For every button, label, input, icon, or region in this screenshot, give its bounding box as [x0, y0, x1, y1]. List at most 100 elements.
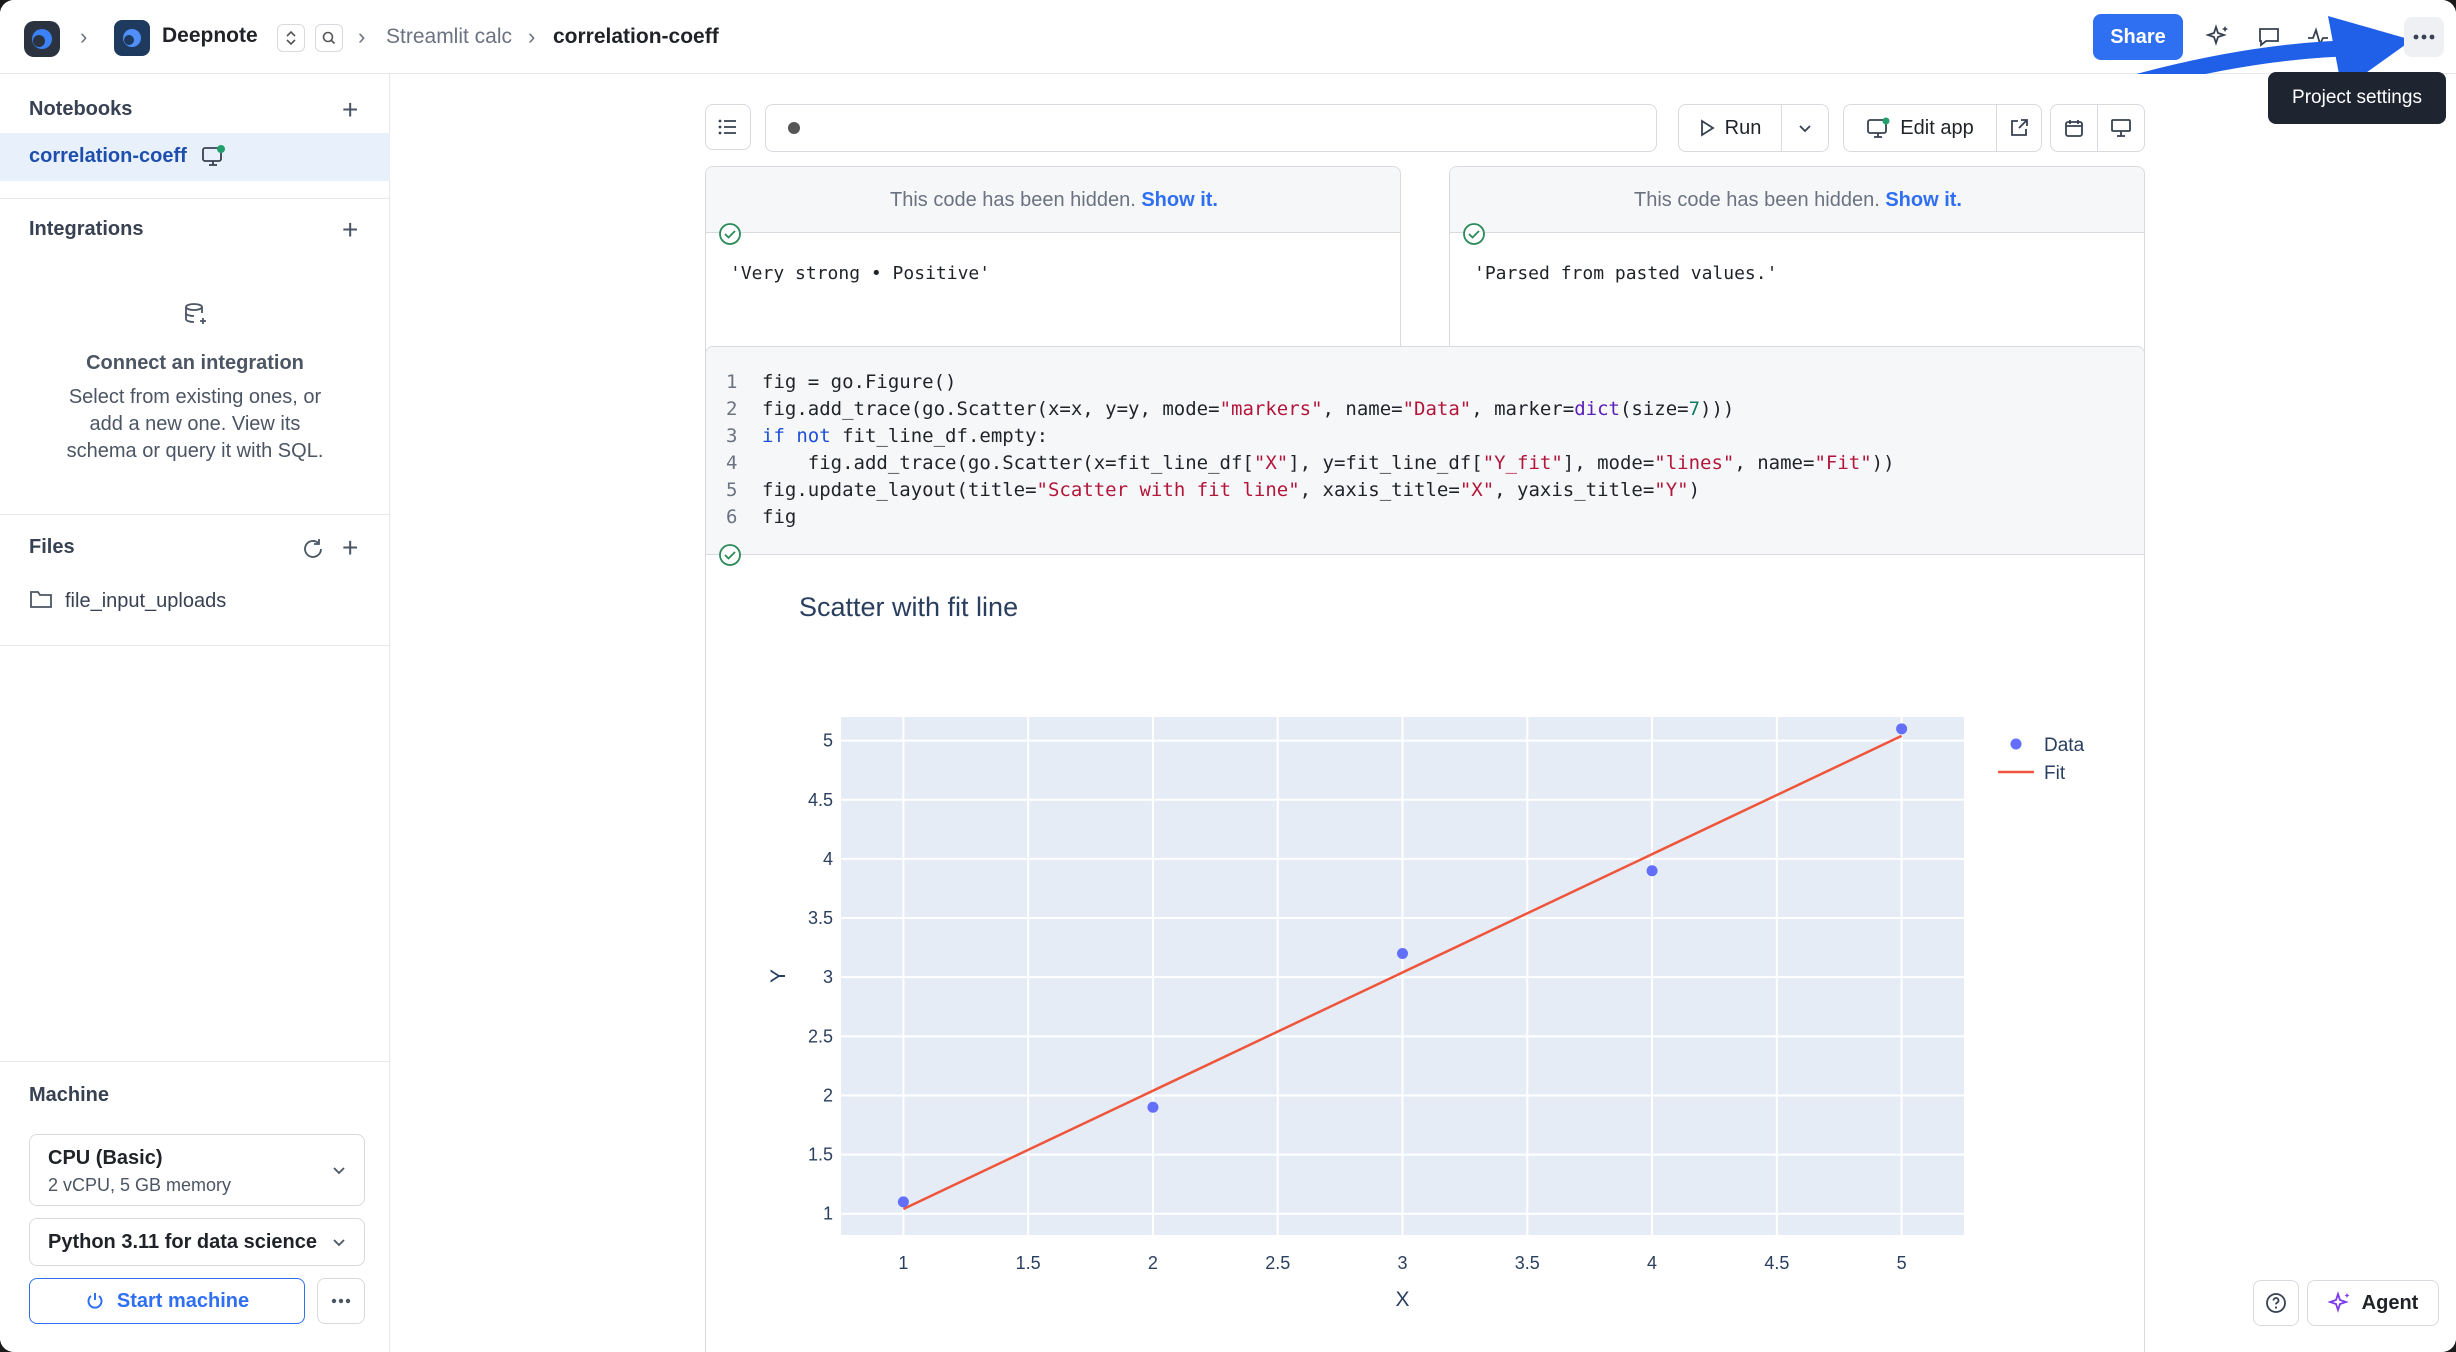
y-tick-label: 4 [823, 849, 833, 869]
deepnote-logo-icon[interactable] [24, 21, 60, 57]
y-tick-label: 2 [823, 1085, 833, 1105]
app-monitor-icon [1866, 117, 1890, 139]
run-label: Run [1724, 116, 1762, 139]
folder-icon [29, 588, 53, 610]
y-tick-label: 3.5 [808, 908, 833, 928]
divider [0, 514, 390, 515]
environment-selector[interactable]: Python 3.11 for data science [29, 1218, 365, 1266]
y-tick-label: 2.5 [808, 1026, 833, 1046]
x-tick-label: 1.5 [1016, 1253, 1041, 1273]
top-bar: › Deepnote › Streamlit calc › correlatio… [0, 0, 2456, 124]
notebook-area: Run Edit app This code has been hidden. … [391, 74, 2456, 1352]
run-button[interactable]: Run [1678, 104, 1782, 152]
sidebar-item-correlation-coeff[interactable]: correlation-coeff [0, 133, 390, 181]
connect-integration-desc-2: add a new one. View its [89, 413, 301, 435]
code-line: fig.add_trace(go.Scatter(x=x, y=y, mode=… [762, 398, 1735, 420]
x-tick-label: 5 [1897, 1253, 1907, 1273]
show-code-link[interactable]: Show it. [1141, 189, 1218, 211]
success-check-icon [718, 222, 742, 246]
line-number: 2 [726, 398, 738, 420]
line-number: 3 [726, 425, 738, 447]
machine-selector[interactable]: CPU (Basic) 2 vCPU, 5 GB memory [29, 1134, 365, 1206]
data-point [1896, 723, 1908, 735]
data-point [897, 1196, 909, 1208]
code-line: fig.add_trace(go.Scatter(x=fit_line_df["… [762, 452, 1895, 474]
notebook-item-label: correlation-coeff [29, 145, 187, 167]
integrations-section-title: Integrations [29, 218, 144, 240]
code-line: fig.update_layout(title="Scatter with fi… [762, 479, 1701, 501]
x-tick-label: 1 [898, 1253, 908, 1273]
code-editor[interactable]: 1 2 3 4 5 6 fig = go.Figure() fig.add_trace(go… [706, 347, 2144, 555]
cell-output: 'Very strong • Positive' [730, 263, 991, 284]
chevron-down-icon [330, 1233, 348, 1251]
y-tick-label: 1.5 [808, 1145, 833, 1165]
divider [0, 1061, 390, 1062]
add-file-icon[interactable]: + [342, 532, 358, 564]
workspace-name[interactable]: Deepnote [162, 24, 258, 48]
run-options-chevron-icon[interactable] [1781, 104, 1829, 152]
agent-button[interactable]: Agent [2307, 1280, 2439, 1326]
code-cell[interactable]: 1 2 3 4 5 6 fig = go.Figure() fig.add_trace(go… [705, 346, 2145, 1352]
cell-output: 'Parsed from pasted values.' [1474, 263, 1778, 284]
agent-sparkle-icon [2327, 1291, 2352, 1315]
show-code-link[interactable]: Show it. [1885, 189, 1962, 211]
edit-app-button[interactable]: Edit app [1843, 104, 1997, 152]
machine-spec: 2 vCPU, 5 GB memory [48, 1175, 232, 1195]
folder-file-input-uploads[interactable]: file_input_uploads [65, 590, 226, 613]
machine-more-icon[interactable] [317, 1278, 365, 1324]
project-settings-tooltip: Project settings [2268, 72, 2446, 124]
data-point [1646, 865, 1658, 877]
search-icon[interactable] [315, 24, 343, 52]
y-tick-label: 5 [823, 731, 833, 751]
outline-list-icon[interactable] [705, 104, 751, 150]
machine-name: CPU (Basic) [48, 1147, 163, 1169]
help-icon[interactable] [2253, 1280, 2299, 1326]
hidden-code-text: This code has been hidden. [890, 189, 1136, 211]
y-tick-label: 4.5 [808, 790, 833, 810]
line-number: 5 [726, 479, 738, 501]
divider [0, 645, 390, 646]
sidebar: Notebooks + correlation-coeff Integratio… [0, 74, 390, 1352]
y-tick-label: 1 [823, 1204, 833, 1224]
line-number: 4 [726, 452, 738, 474]
workspace-switcher-icon[interactable] [277, 24, 305, 52]
line-numbers: 1 2 3 4 5 6 [726, 369, 737, 531]
agent-label: Agent [2361, 1291, 2419, 1314]
x-axis-label: X [1395, 1288, 1409, 1311]
status-dot-icon [788, 122, 800, 134]
breadcrumb-project[interactable]: Streamlit calc [386, 25, 512, 49]
legend-marker-data [2010, 738, 2022, 750]
breadcrumb-notebook[interactable]: correlation-coeff [553, 25, 719, 49]
data-point [1147, 1101, 1159, 1113]
database-icon [182, 300, 210, 328]
start-machine-label: Start machine [116, 1289, 250, 1312]
machine-section-title: Machine [29, 1084, 110, 1106]
app-monitor-icon [200, 143, 226, 169]
add-integration-icon[interactable]: + [342, 214, 358, 246]
divider [0, 198, 390, 199]
environment-label: Python 3.11 for data science [48, 1231, 317, 1253]
open-external-icon[interactable] [1996, 104, 2042, 152]
legend-label-data: Data [2044, 735, 2085, 756]
hidden-code-text: This code has been hidden. [1634, 189, 1880, 211]
code-line: fig = go.Figure() [762, 371, 957, 393]
schedule-calendar-icon[interactable] [2050, 104, 2098, 152]
x-tick-label: 4.5 [1764, 1253, 1789, 1273]
files-section-title: Files [29, 536, 75, 558]
refresh-files-icon[interactable] [300, 536, 326, 562]
hidden-code-header: This code has been hidden. Show it. [706, 167, 1400, 233]
workspace-avatar[interactable] [114, 20, 150, 56]
app-window: › Deepnote › Streamlit calc › correlatio… [0, 0, 2456, 1352]
more-options-icon[interactable] [2404, 17, 2444, 57]
connect-integration-desc-3: schema or query it with SQL. [66, 440, 324, 462]
add-notebook-icon[interactable]: + [342, 94, 358, 126]
y-axis-label: Y [767, 969, 790, 983]
code-line: fig [762, 506, 797, 528]
cell-status-bar[interactable] [765, 104, 1657, 152]
start-machine-button[interactable]: Start machine [29, 1278, 305, 1324]
breadcrumb-separator-icon: › [358, 24, 366, 49]
line-number: 1 [726, 371, 738, 393]
x-tick-label: 3 [1397, 1253, 1407, 1273]
success-check-icon [1462, 222, 1486, 246]
presentation-icon[interactable] [2097, 104, 2145, 152]
